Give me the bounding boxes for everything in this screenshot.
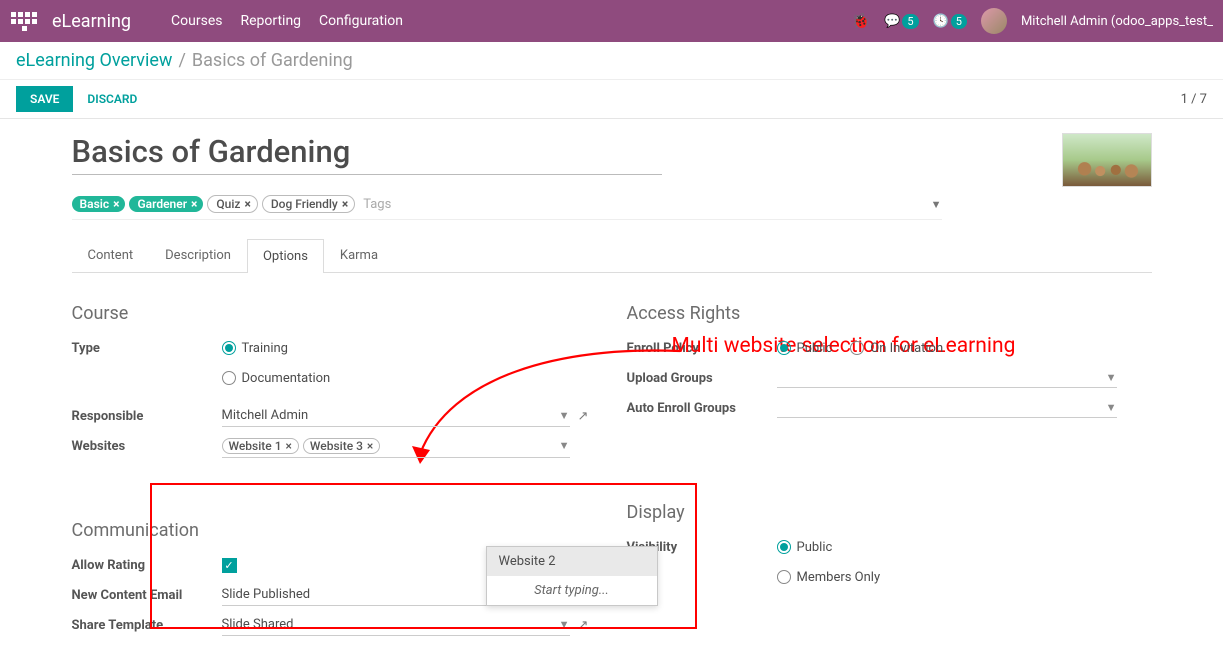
- tag-dog-friendly: Dog Friendly ×: [262, 195, 355, 213]
- tag-label: Gardener: [137, 197, 187, 211]
- nav-right: 🐞 💬5 🕓5 Mitchell Admin (odoo_apps_test_: [852, 8, 1214, 34]
- tag-remove-icon[interactable]: ×: [342, 197, 348, 211]
- radio-enroll-public[interactable]: Public: [777, 341, 833, 356]
- external-link-icon[interactable]: ↗: [578, 618, 589, 633]
- radio-label: Documentation: [242, 371, 331, 386]
- dropdown-option-website2[interactable]: Website 2: [487, 547, 657, 576]
- nav-link-reporting[interactable]: Reporting: [240, 13, 301, 29]
- responsible-value: Mitchell Admin: [222, 408, 309, 423]
- section-course: Course: [72, 303, 597, 324]
- external-link-icon[interactable]: ↗: [578, 409, 589, 424]
- tag-remove-icon[interactable]: ×: [113, 197, 119, 211]
- label-allow-rating: Allow Rating: [72, 558, 222, 573]
- allow-rating-checkbox[interactable]: ✓: [222, 558, 237, 573]
- section-access: Access Rights: [627, 303, 1152, 324]
- breadcrumb-current: Basics of Gardening: [192, 50, 353, 71]
- user-name[interactable]: Mitchell Admin (odoo_apps_test_: [1021, 14, 1213, 29]
- tab-karma[interactable]: Karma: [324, 238, 394, 272]
- messages-icon[interactable]: 💬5: [884, 14, 918, 29]
- messages-count: 5: [902, 14, 918, 29]
- label-upload-groups: Upload Groups: [627, 371, 777, 386]
- apps-icon[interactable]: [10, 7, 38, 35]
- label-share-template: Share Template: [72, 618, 222, 633]
- tag-label: Basic: [80, 197, 110, 211]
- tab-options[interactable]: Options: [247, 239, 324, 273]
- radio-training[interactable]: Training: [222, 341, 288, 356]
- tag-remove-icon[interactable]: ×: [286, 439, 292, 453]
- radio-documentation[interactable]: Documentation: [222, 371, 331, 386]
- tag-label: Website 1: [229, 439, 282, 453]
- tags-placeholder: Tags: [363, 197, 391, 212]
- website-tag-3: Website 3 ×: [303, 438, 380, 454]
- share-template-value: Slide Shared: [222, 617, 294, 632]
- radio-label: On Invitation: [870, 341, 943, 356]
- section-communication: Communication: [72, 520, 597, 541]
- save-button[interactable]: SAVE: [16, 86, 73, 112]
- avatar[interactable]: [981, 8, 1007, 34]
- tag-label: Quiz: [216, 197, 240, 211]
- tabs: Content Description Options Karma: [72, 238, 1152, 273]
- nav-links: Courses Reporting Configuration: [171, 13, 403, 29]
- activities-count: 5: [951, 14, 967, 29]
- radio-vis-public[interactable]: Public: [777, 540, 833, 555]
- pager[interactable]: 1 / 7: [1181, 92, 1207, 107]
- tag-remove-icon[interactable]: ×: [367, 439, 373, 453]
- tab-description[interactable]: Description: [149, 238, 247, 272]
- bug-icon[interactable]: 🐞: [852, 12, 871, 30]
- tag-label: Website 3: [310, 439, 363, 453]
- radio-label: Training: [242, 341, 288, 356]
- share-template-input[interactable]: Slide Shared ▼: [222, 614, 570, 636]
- section-display: Display: [627, 502, 1152, 523]
- responsible-input[interactable]: Mitchell Admin ▼: [222, 405, 570, 427]
- website-tag-1: Website 1 ×: [222, 438, 299, 454]
- radio-label: Members Only: [797, 570, 881, 585]
- tag-remove-icon[interactable]: ×: [191, 197, 197, 211]
- radio-enroll-invitation[interactable]: On Invitation: [850, 341, 943, 356]
- new-content-email-value: Slide Published: [222, 587, 311, 602]
- websites-input[interactable]: Website 1 × Website 3 × ▼: [222, 435, 570, 458]
- tag-label: Dog Friendly: [271, 197, 338, 211]
- action-row: SAVE DISCARD 1 / 7: [0, 80, 1223, 119]
- radio-label: Public: [797, 540, 833, 555]
- label-new-content-email: New Content Email: [72, 588, 222, 603]
- breadcrumb: eLearning Overview / Basics of Gardening: [0, 42, 1223, 80]
- chevron-down-icon[interactable]: ▼: [559, 439, 570, 452]
- form-sheet: Basics of Gardening Basic× Gardener× Qui…: [62, 119, 1162, 671]
- top-navbar: eLearning Courses Reporting Configuratio…: [0, 0, 1223, 42]
- tag-quiz: Quiz ×: [207, 195, 257, 213]
- tab-content[interactable]: Content: [72, 238, 150, 272]
- label-responsible: Responsible: [72, 409, 222, 424]
- tag-basic: Basic×: [72, 196, 126, 212]
- course-thumbnail[interactable]: [1062, 133, 1152, 187]
- websites-dropdown: Website 2 Start typing...: [486, 546, 658, 606]
- radio-label: Public: [797, 341, 833, 356]
- label-type: Type: [72, 341, 222, 356]
- brand[interactable]: eLearning: [52, 11, 131, 32]
- upload-groups-input[interactable]: ▼: [777, 368, 1117, 388]
- tag-gardener: Gardener ×: [129, 196, 203, 212]
- chevron-down-icon[interactable]: ▼: [559, 618, 570, 631]
- label-websites: Websites: [72, 439, 222, 454]
- page-title[interactable]: Basics of Gardening: [72, 133, 662, 175]
- chevron-down-icon[interactable]: ▼: [559, 409, 570, 422]
- chevron-down-icon[interactable]: ▼: [1106, 401, 1117, 414]
- label-auto-enroll-groups: Auto Enroll Groups: [627, 401, 777, 416]
- breadcrumb-sep: /: [178, 50, 185, 71]
- dropdown-hint: Start typing...: [487, 576, 657, 605]
- radio-vis-members[interactable]: Members Only: [777, 570, 881, 585]
- breadcrumb-root[interactable]: eLearning Overview: [16, 50, 172, 71]
- auto-enroll-groups-input[interactable]: ▼: [777, 398, 1117, 418]
- activities-icon[interactable]: 🕓5: [933, 14, 967, 29]
- chevron-down-icon[interactable]: ▼: [931, 198, 942, 211]
- nav-link-courses[interactable]: Courses: [171, 13, 222, 29]
- tags-field[interactable]: Basic× Gardener× Quiz× Dog Friendly× Tag…: [72, 195, 942, 220]
- tag-remove-icon[interactable]: ×: [244, 197, 250, 211]
- nav-link-configuration[interactable]: Configuration: [319, 13, 403, 29]
- chevron-down-icon[interactable]: ▼: [1106, 371, 1117, 384]
- discard-button[interactable]: DISCARD: [87, 92, 137, 106]
